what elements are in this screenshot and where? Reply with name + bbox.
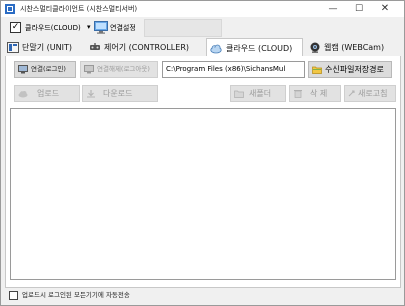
tab-webcam-label: 웹캠 (WEBCam) xyxy=(324,43,385,52)
download-button[interactable]: 다운로드 xyxy=(82,85,158,102)
download-icon xyxy=(87,90,95,98)
tab-controller-label: 제어기 (CONTROLLER) xyxy=(104,43,190,52)
disconnect-button[interactable]: 연결해제(로그아웃) xyxy=(80,61,158,78)
upload-button[interactable]: 업로드 xyxy=(14,85,80,102)
auto-send-checkbox[interactable] xyxy=(9,291,18,300)
tab-controller[interactable]: 제어기 (CONTROLLER) xyxy=(89,39,205,56)
tab-cloud-label: 클라우드 (CLOUD) xyxy=(226,44,293,53)
maximize-button[interactable]: ☐ xyxy=(346,1,372,17)
new-folder-icon xyxy=(234,90,244,98)
delete-button-label: 삭 제 xyxy=(310,89,328,98)
refresh-icon xyxy=(348,90,355,97)
close-button[interactable]: ✕ xyxy=(372,1,398,17)
cloud-checkbox-label: 클라우드(CLOUD) xyxy=(25,24,81,32)
app-icon xyxy=(5,4,15,14)
upload-button-label: 업로드 xyxy=(37,89,60,98)
new-folder-button-label: 새폴더 xyxy=(249,89,272,98)
upload-cloud-icon xyxy=(18,91,28,98)
cloud-dropdown-icon[interactable]: ▾ xyxy=(87,22,91,32)
toolbar-blank-field xyxy=(144,19,222,37)
connection-settings-button[interactable]: 연결설정 xyxy=(110,23,136,33)
minimize-button[interactable]: — xyxy=(320,1,346,17)
app-window: 시찬스멀티클라이언트 (시찬스멀티서버) — ☐ ✕ ✓ 클라우드(CLOUD)… xyxy=(0,0,405,306)
delete-icon xyxy=(294,90,302,98)
tab-bar: 단말기 (UNIT) 제어기 (CONTROLLER) 클라우드 (CLOUD) xyxy=(1,38,404,56)
refresh-button[interactable]: 새로고침 xyxy=(344,85,396,102)
cloud-icon xyxy=(210,44,222,54)
tab-unit-label: 단말기 (UNIT) xyxy=(22,43,72,52)
disconnect-icon xyxy=(84,65,94,74)
tab-unit[interactable]: 단말기 (UNIT) xyxy=(7,39,85,56)
save-path-button[interactable]: 수신파일저장경로 xyxy=(308,61,392,78)
toolbar: ✓ 클라우드(CLOUD) ▾ 연결설정 xyxy=(1,17,404,39)
unit-icon xyxy=(7,42,19,53)
receive-path-input[interactable]: C:\Program Files (x86)\SichansMul xyxy=(162,61,305,78)
cloud-panel: 연결(로그인) 연결해제(로그아웃) C:\Program Files (x86… xyxy=(5,56,401,288)
save-path-button-label: 수신파일저장경로 xyxy=(325,65,384,74)
monitor-icon[interactable] xyxy=(94,21,108,34)
refresh-button-label: 새로고침 xyxy=(358,89,388,98)
title-bar: 시찬스멀티클라이언트 (시찬스멀티서버) — ☐ ✕ xyxy=(1,1,404,17)
tab-cloud[interactable]: 클라우드 (CLOUD) xyxy=(206,38,303,56)
folder-icon xyxy=(312,66,322,74)
disconnect-button-label: 연결해제(로그아웃) xyxy=(97,65,150,73)
connect-button[interactable]: 연결(로그인) xyxy=(14,61,76,78)
tab-webcam[interactable]: 웹캠 (WEBCam) xyxy=(309,39,399,56)
download-button-label: 다운로드 xyxy=(103,89,133,98)
new-folder-button[interactable]: 새폴더 xyxy=(230,85,286,102)
window-title: 시찬스멀티클라이언트 (시찬스멀티서버) xyxy=(20,5,138,13)
connect-icon xyxy=(18,65,28,74)
webcam-icon xyxy=(310,42,320,53)
connect-button-label: 연결(로그인) xyxy=(31,65,66,73)
delete-button[interactable]: 삭 제 xyxy=(289,85,341,102)
cloud-file-list[interactable] xyxy=(10,108,396,280)
controller-icon xyxy=(90,43,100,50)
auto-send-label: 업로드시 로그인된 모든기기에 자동전송 xyxy=(22,291,130,299)
cloud-checkbox[interactable]: ✓ xyxy=(10,22,21,33)
